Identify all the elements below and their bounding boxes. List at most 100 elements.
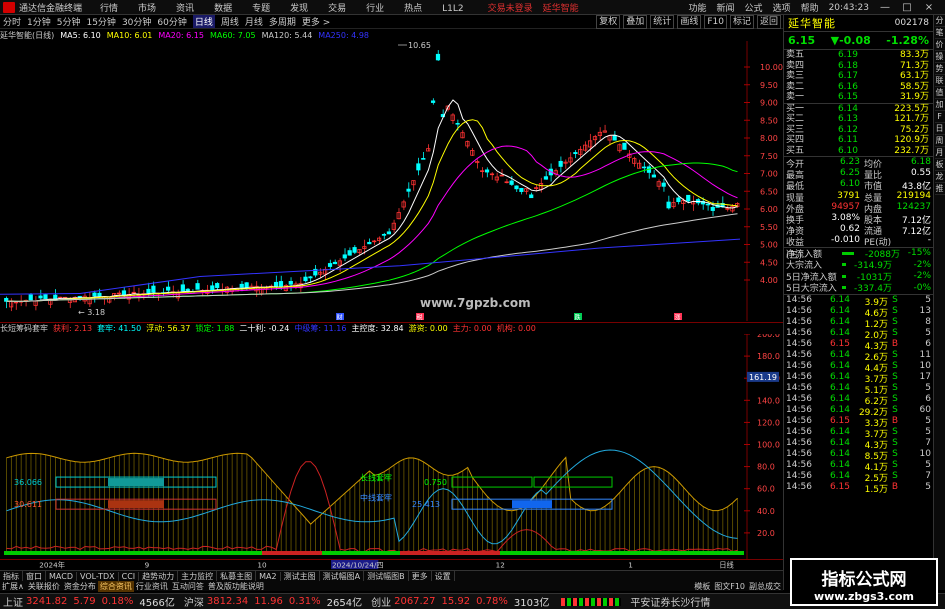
indicator-tab[interactable]: MACD	[46, 571, 77, 581]
side-strip-button[interactable]: 操	[934, 51, 945, 63]
tick-row[interactable]: 14:56 6.14 3.9万 S 5	[784, 295, 933, 308]
title-menu-item[interactable]: 功能	[689, 1, 707, 14]
toolbar-button[interactable]: 标记	[729, 15, 754, 29]
close-icon[interactable]: ×	[923, 2, 935, 14]
sub-tab-right[interactable]: 副总成交	[747, 581, 783, 592]
side-strip-button[interactable]: 板	[934, 159, 945, 171]
toolbar-button[interactable]: 复权	[596, 15, 621, 29]
toolbar-button[interactable]: 统计	[650, 15, 675, 29]
side-strip-button[interactable]: 周	[934, 135, 945, 147]
toolbar-button[interactable]: 画线	[677, 15, 702, 29]
minimize-icon[interactable]: —	[879, 2, 891, 14]
side-strip-button[interactable]: 日	[934, 123, 945, 135]
side-strip-button[interactable]: 龙	[934, 171, 945, 183]
tick-row[interactable]: 14:56 6.14 2.6万 S 11	[784, 350, 933, 363]
period-button[interactable]: 60分钟	[157, 15, 186, 28]
tick-row[interactable]: 14:56 6.15 4.3万 B 6	[784, 339, 933, 352]
kline-chart[interactable]: 10.00 9.50 9.00 8.50 8.00 7.50 7.00 6.50 6.00 5.5…	[0, 41, 783, 321]
period-button[interactable]: 周线	[221, 15, 239, 28]
side-strip-button[interactable]: 推	[934, 183, 945, 195]
indicator-tab[interactable]: CCI	[119, 571, 140, 581]
sub-tab[interactable]: 扩展∧	[0, 581, 26, 592]
menu-item[interactable]: 行业	[366, 4, 384, 14]
menu-item[interactable]: 热点	[404, 4, 422, 14]
menu-item[interactable]: 发现	[290, 4, 308, 14]
side-strip-button[interactable]: 值	[934, 87, 945, 99]
tick-row[interactable]: 14:56 6.14 4.3万 S 7	[784, 438, 933, 451]
login-alert[interactable]: 交易未登录	[488, 1, 533, 14]
tick-row[interactable]: 14:56 6.15 3.3万 B 5	[784, 416, 933, 429]
tick-row[interactable]: 14:56 6.15 1.5万 B 5	[784, 482, 933, 495]
tick-row[interactable]: 14:56 6.14 6.2万 S 6	[784, 394, 933, 407]
menu-item[interactable]: 交易	[328, 4, 346, 14]
tick-row[interactable]: 14:56 6.14 4.4万 S 10	[784, 361, 933, 374]
bid-row[interactable]: 买三 6.12 75.2万	[784, 125, 933, 136]
title-menu-item[interactable]: 帮助	[801, 1, 819, 14]
sh-index-label[interactable]: 上证	[3, 594, 23, 609]
tick-row[interactable]: 14:56 6.14 8.5万 S 10	[784, 449, 933, 462]
side-strip-button[interactable]: 分	[934, 15, 945, 27]
toolbar-button[interactable]: 返回	[756, 15, 781, 29]
indicator-tab[interactable]: VOL-TDX	[77, 571, 119, 581]
period-button[interactable]: 30分钟	[122, 15, 151, 28]
sz-index-label[interactable]: 沪深	[184, 594, 204, 609]
indicator-tab[interactable]: 更多	[409, 570, 432, 582]
side-strip-button[interactable]: F	[934, 111, 945, 123]
indicator-tab[interactable]: 测试主图	[281, 570, 320, 582]
period-button[interactable]: 分时	[3, 15, 21, 28]
period-button[interactable]: 15分钟	[86, 15, 115, 28]
period-button[interactable]: 多周期	[269, 15, 296, 28]
sub-tab[interactable]: 综合资讯	[97, 580, 134, 592]
title-menu-item[interactable]: 选项	[773, 1, 791, 14]
tick-row[interactable]: 14:56 6.14 5.1万 S 5	[784, 383, 933, 396]
cy-index-label[interactable]: 创业	[371, 594, 391, 609]
tick-row[interactable]: 14:56 6.14 3.7万 S 5	[784, 427, 933, 440]
ask-row[interactable]: 卖三 6.17 63.1万	[784, 71, 933, 82]
menu-item[interactable]: 资讯	[176, 4, 194, 14]
period-button[interactable]: 更多 >	[302, 15, 330, 28]
side-strip-button[interactable]: 月	[934, 147, 945, 159]
tick-row[interactable]: 14:56 6.14 29.2万 S 60	[784, 405, 933, 418]
bid-row[interactable]: 买四 6.11 120.9万	[784, 135, 933, 146]
maximize-icon[interactable]: □	[901, 2, 913, 14]
ask-row[interactable]: 卖一 6.15 31.9万	[784, 92, 933, 103]
sub-tab-right[interactable]: 图文F10	[712, 581, 747, 592]
sub-tab-right[interactable]: 模板	[692, 581, 712, 592]
ask-row[interactable]: 卖五 6.19 83.3万	[784, 50, 933, 61]
indicator-tab[interactable]: 测试幅图A	[320, 570, 365, 582]
tick-list[interactable]: 14:56 6.14 3.9万 S 5 14:56 6.14 4.6万 S 13 14:56 6.14…	[784, 295, 933, 495]
tick-row[interactable]: 14:56 6.14 4.1万 S 5	[784, 460, 933, 473]
tick-row[interactable]: 14:56 6.14 4.6万 S 13	[784, 306, 933, 319]
title-menu-item[interactable]: 新闻	[717, 1, 735, 14]
indicator-chart[interactable]: 200.0180.0160.0140.0120.0100.080.060.040…	[0, 334, 783, 560]
stock-alert[interactable]: 延华智能	[543, 1, 579, 14]
sub-tab[interactable]: 关联报价	[26, 581, 62, 592]
title-menu-item[interactable]: 公式	[745, 1, 763, 14]
ask-row[interactable]: 卖四 6.18 71.3万	[784, 61, 933, 72]
indicator-tab[interactable]: MA2	[256, 571, 281, 581]
menu-item[interactable]: L1L2	[442, 4, 463, 14]
side-strip-button[interactable]: 加	[934, 99, 945, 111]
side-strip-button[interactable]: 势	[934, 63, 945, 75]
indicator-tab[interactable]: 测试幅图B	[364, 570, 409, 582]
toolbar-button[interactable]: F10	[704, 15, 727, 29]
sub-tab[interactable]: 互动问答	[170, 581, 206, 592]
tick-row[interactable]: 14:56 6.14 1.2万 S 8	[784, 317, 933, 330]
bid-row[interactable]: 买二 6.13 121.7万	[784, 114, 933, 125]
toolbar-button[interactable]: 叠加	[623, 15, 648, 29]
sub-tab[interactable]: 普及版功能说明	[206, 581, 266, 592]
tick-row[interactable]: 14:56 6.14 2.0万 S 5	[784, 328, 933, 341]
menu-item[interactable]: 数据	[214, 4, 232, 14]
menu-item[interactable]: 行情	[100, 4, 118, 14]
ask-row[interactable]: 卖二 6.16 58.5万	[784, 82, 933, 93]
period-button[interactable]: 日线	[192, 15, 215, 28]
period-button[interactable]: 5分钟	[57, 15, 81, 28]
period-button[interactable]: 月线	[245, 15, 263, 28]
sub-tab[interactable]: 资金分布	[62, 581, 98, 592]
indicator-tab[interactable]: 设置	[432, 570, 455, 582]
menu-item[interactable]: 专题	[252, 4, 270, 14]
bid-row[interactable]: 买五 6.10 232.7万	[784, 146, 933, 157]
side-strip-button[interactable]: 笔	[934, 27, 945, 39]
bid-row[interactable]: 买一 6.14 223.5万	[784, 104, 933, 115]
side-strip-button[interactable]: 联	[934, 75, 945, 87]
